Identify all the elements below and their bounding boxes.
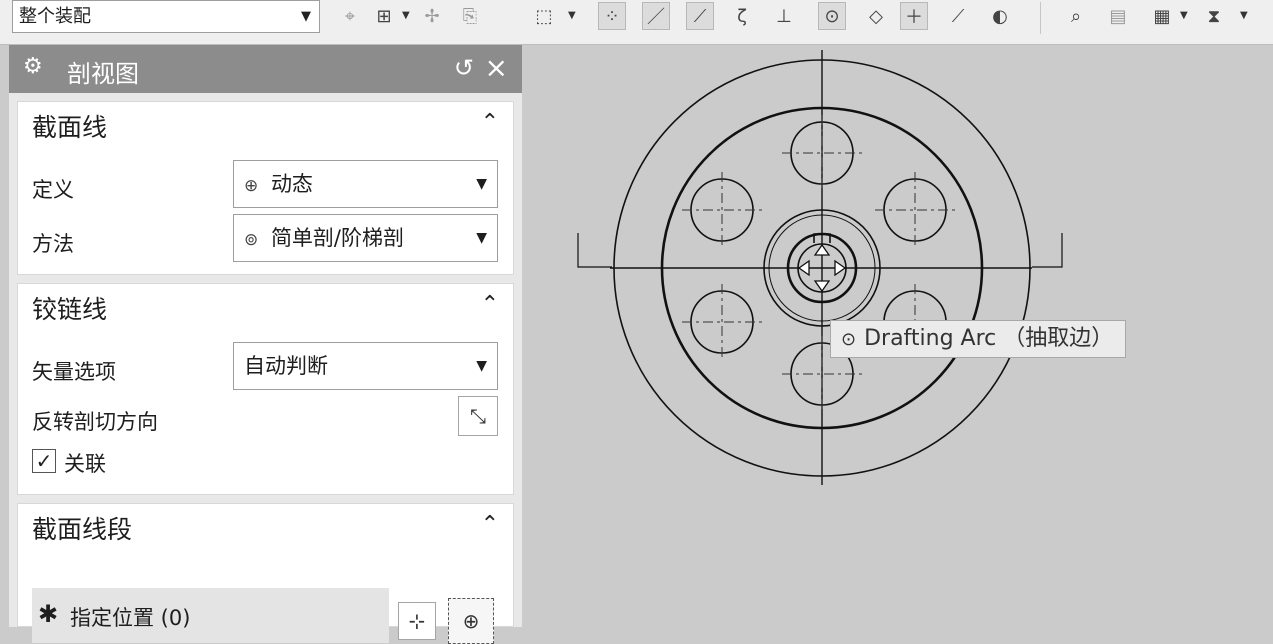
section-line-left (577, 233, 612, 268)
arc-icon[interactable]: ζ (728, 2, 756, 30)
crosshair-icon: ⊕ (462, 609, 480, 633)
add-point-button[interactable]: ⊹ (398, 602, 436, 640)
required-star-icon: ✱ (38, 600, 59, 628)
selection-mode-icon[interactable]: ⁘ (598, 2, 626, 30)
section-segments-group: 截面线段 ⌃ ✱ 指定位置 (0) ⊹ ⊕ (17, 503, 514, 644)
line-icon[interactable]: ／ (642, 2, 670, 30)
section-line-right (1032, 233, 1063, 268)
point-constructor-button[interactable]: ⊕ (448, 598, 494, 644)
chevron-down-icon: ▼ (476, 176, 487, 192)
dialog-title-bar: ⚙ 剖视图 ↺ × (9, 45, 522, 93)
section-method-icon: ⊚ (244, 230, 259, 250)
method-label: 方法 (32, 232, 74, 256)
reverse-direction-button[interactable]: ⤡ (458, 396, 498, 436)
point-options-icon[interactable]: ✢ (418, 2, 446, 30)
quadrant-icon[interactable]: ◇ (862, 2, 890, 30)
gear-icon[interactable]: ⚙ (23, 54, 43, 79)
hinge-line-group: 铰链线 ⌃ 矢量选项 自动判断 ▼ 反转剖切方向 ⤡ ✓ 关联 (17, 283, 514, 495)
chevron-down-icon: ▼ (301, 9, 311, 24)
tooltip-text: Drafting Arc （抽取边） (864, 326, 1114, 351)
top-toolbar: 整个装配 ▼ ⌖ ⊞ ▼ ✢ ⎘ ⬚ ▼ ⁘ ／ ⟋ ζ ⊥ ⊙ ◇ ＋ ⟋ ◐… (0, 0, 1273, 45)
intersection-icon[interactable]: ＋ (900, 2, 928, 30)
define-value: 动态 (270, 172, 313, 196)
add-point-icon: ⊹ (408, 609, 426, 633)
chevron-down-icon: ▼ (476, 230, 487, 246)
collapse-icon[interactable]: ⌃ (481, 512, 499, 537)
method-dropdown[interactable]: ⊚ 简单剖/阶梯剖 ▼ (233, 214, 498, 262)
specify-location-selector[interactable]: ✱ 指定位置 (0) (32, 588, 389, 643)
tangent-icon[interactable]: ◐ (986, 2, 1014, 30)
define-dropdown[interactable]: ⊕ 动态 ▼ (233, 160, 498, 208)
reverse-direction-label: 反转剖切方向 (32, 410, 158, 434)
layer-icon[interactable]: ▦ (1148, 2, 1176, 30)
display-icon[interactable]: ▤ (1104, 2, 1132, 30)
snap-point-icon[interactable]: ⌖ (336, 2, 364, 30)
selection-filter-dropdown[interactable]: 整个装配 ▼ (12, 0, 320, 33)
section-view-dialog: ⚙ 剖视图 ↺ × 截面线 ⌃ 定义 ⊕ 动态 ▼ 方法 ⊚ 简单剖/阶梯剖 ▼… (9, 45, 522, 644)
vector-option-value: 自动判断 (244, 354, 328, 378)
snap-tooltip: ⊙ Drafting Arc （抽取边） (830, 320, 1127, 358)
chevron-down-icon[interactable]: ▼ (402, 10, 410, 21)
section-line-group: 截面线 ⌃ 定义 ⊕ 动态 ▼ 方法 ⊚ 简单剖/阶梯剖 ▼ (17, 101, 514, 275)
circle-center-icon: ⊙ (841, 329, 857, 350)
hinge-line-header[interactable]: 铰链线 (32, 290, 107, 326)
reset-icon[interactable]: ↺ (454, 54, 474, 82)
close-icon[interactable]: × (485, 51, 508, 84)
specify-location-label: 指定位置 (0) (70, 606, 191, 630)
dynamic-icon: ⊕ (244, 176, 259, 196)
chevron-down-icon[interactable]: ▼ (568, 10, 576, 21)
associate-label: 关联 (64, 452, 106, 476)
define-label: 定义 (32, 178, 74, 202)
section-line-header[interactable]: 截面线 (32, 108, 107, 144)
vector-option-label: 矢量选项 (32, 360, 116, 384)
vector-option-dropdown[interactable]: 自动判断 ▼ (233, 342, 498, 390)
view-icon[interactable]: ⌕ (1062, 2, 1090, 30)
reverse-arrows-icon: ⤡ (470, 404, 486, 428)
filter-icon[interactable]: ⧗ (1200, 2, 1228, 30)
collapse-icon[interactable]: ⌃ (481, 110, 499, 135)
collapse-icon[interactable]: ⌃ (481, 292, 499, 317)
copy-icon[interactable]: ⎘ (456, 2, 484, 30)
toolbar-separator (1040, 2, 1041, 34)
rectangle-select-icon[interactable]: ⬚ (530, 2, 558, 30)
method-value: 简单剖/阶梯剖 (270, 226, 405, 250)
add-point-icon[interactable]: ⊞ (370, 2, 398, 30)
existing-point-icon[interactable]: ⟋ (944, 2, 972, 30)
dialog-title: 剖视图 (67, 60, 139, 88)
associate-checkbox[interactable]: ✓ (32, 449, 56, 473)
chevron-down-icon: ▼ (476, 358, 487, 374)
chevron-down-icon[interactable]: ▼ (1180, 10, 1188, 21)
chevron-down-icon[interactable]: ▼ (1240, 10, 1248, 21)
drawing-canvas[interactable]: ⊙ Drafting Arc （抽取边） (522, 45, 1273, 627)
selection-filter-value: 整个装配 (19, 6, 91, 27)
section-segments-header[interactable]: 截面线段 (32, 510, 132, 546)
center-point-icon[interactable]: ⊥ (770, 2, 798, 30)
end-point-icon[interactable]: ⟋ (686, 2, 714, 30)
circle-center-icon[interactable]: ⊙ (818, 2, 846, 30)
